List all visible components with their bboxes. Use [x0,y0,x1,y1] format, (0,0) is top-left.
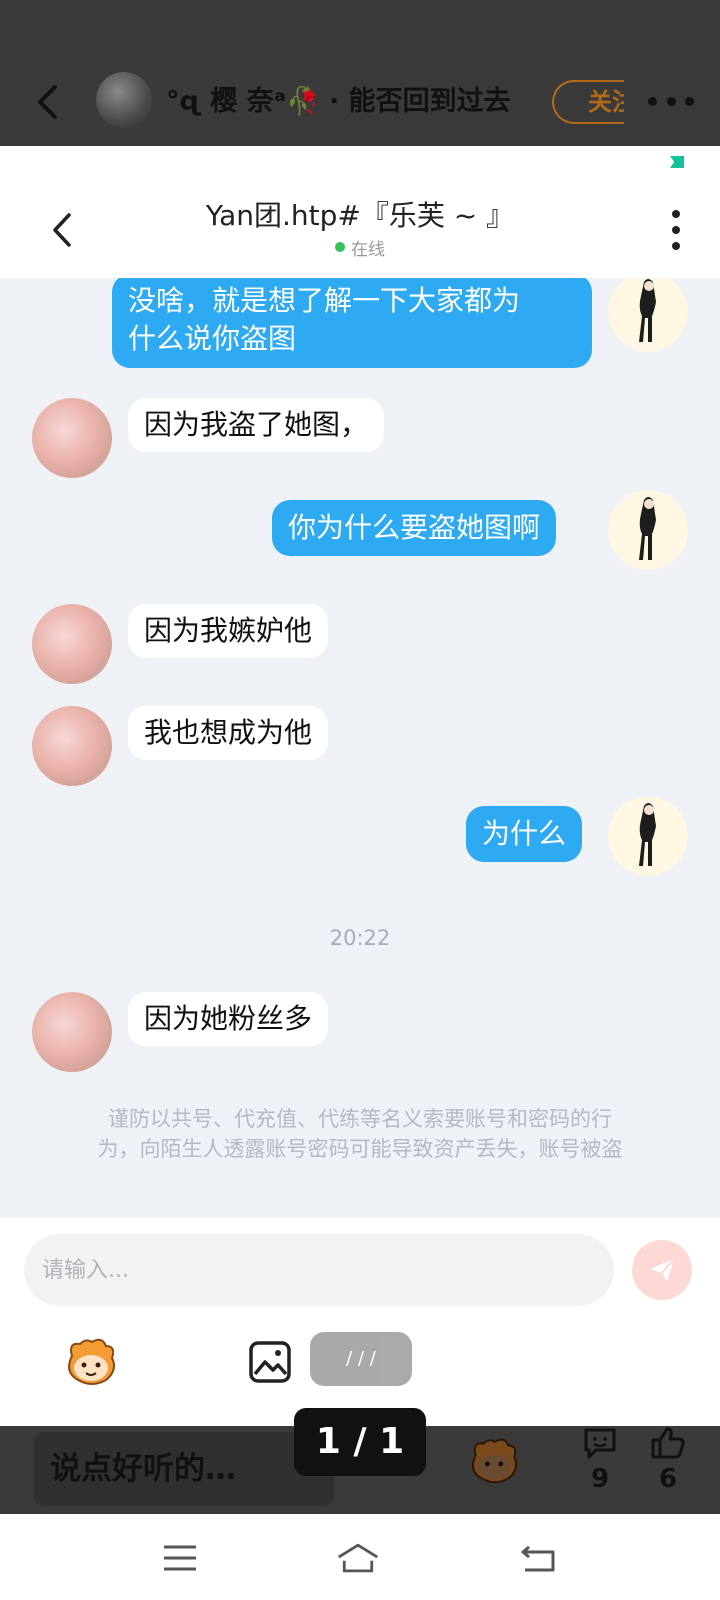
time-separator: 20:22 [329,926,391,950]
bottom-sticker-button[interactable] [466,1436,522,1486]
online-status: 在线 [260,236,460,260]
notice-line: 谨防以共号、代充值、代练等名义索要账号和密码的行 [108,1107,612,1131]
self-avatar[interactable] [608,490,688,570]
comment-count: 9 [590,1464,610,1494]
chat-message-list[interactable]: 没啥，就是想了解一下大家都为 什么说你盗图 因为我盗了她图， 你为什么要盗她图啊… [0,278,720,1218]
menu-icon [164,1545,196,1571]
chat-more-button[interactable] [666,210,686,250]
author-avatar[interactable] [96,72,152,128]
more-icon-dot [672,210,680,218]
image-icon [249,1341,291,1383]
emoji-sticker-icon [471,1438,518,1484]
comment-icon [584,1428,616,1459]
message-text: 我也想成为他 [144,716,313,749]
outer-post-header [0,0,720,146]
message-line: 什么说你盗图 [128,322,297,355]
outer-back-button[interactable] [28,82,68,122]
nav-return-button[interactable] [516,1536,560,1580]
outer-more-button[interactable] [648,96,694,106]
online-dot-icon [335,242,345,252]
message-bubble-incoming[interactable]: 我也想成为他 [128,706,329,760]
message-text: 因为我嫉妒他 [144,614,313,647]
message-bubble-incoming[interactable]: 因为她粉丝多 [128,992,329,1046]
post-author-title: °ɋ 樱 奈ᵃ🥀 · 能否回到过去 [166,86,511,117]
contact-avatar[interactable] [32,706,112,786]
return-icon [521,1545,555,1572]
online-status-label: 在线 [351,239,385,260]
message-bubble-outgoing[interactable]: 你为什么要盗她图啊 [272,500,557,556]
more-icon-dot [666,96,676,106]
image-picker-button[interactable] [248,1340,292,1384]
self-avatar-image [639,803,656,866]
contact-avatar[interactable] [32,604,112,684]
send-icon [650,1258,675,1282]
notice-line: 为，向陌生人透露账号密码可能导致资产丢失，账号被盗 [97,1137,623,1161]
message-line: 没啥，就是想了解一下大家都为 [128,284,521,317]
self-avatar-image [639,279,656,342]
like-icon [651,1427,685,1459]
image-counter-small: / / / [310,1332,412,1386]
nav-menu-button[interactable] [158,1536,202,1580]
self-avatar[interactable] [608,796,688,876]
home-icon [338,1543,378,1573]
more-icon-dot [672,242,680,250]
more-icon-dot [685,96,694,106]
more-icon-dot [672,226,680,234]
nav-home-button[interactable] [336,1536,380,1580]
message-text: 你为什么要盗她图啊 [288,511,541,544]
message-text: 因为我盗了她图， [144,408,369,441]
more-icon-dot [648,96,657,106]
message-input[interactable] [24,1234,614,1306]
sticker-button[interactable] [62,1336,120,1388]
contact-avatar[interactable] [32,398,112,478]
message-bubble-incoming[interactable]: 因为我盗了她图， [128,398,385,452]
chat-contact-name: Yan团.htp#『乐芙 ~ 』 [205,199,515,232]
comment-input[interactable]: 说点好听的… [34,1432,334,1506]
emoji-sticker-icon [68,1338,115,1385]
message-text: 为什么 [482,817,567,850]
message-bubble-outgoing[interactable]: 没啥，就是想了解一下大家都为 什么说你盗图 [112,278,592,368]
like-stat[interactable]: 6 [648,1426,688,1510]
message-text: 因为她粉丝多 [144,1002,313,1035]
follow-button[interactable]: 关注 [552,80,624,124]
self-avatar-image [639,497,656,560]
image-counter: 1 / 1 [294,1408,426,1476]
contact-avatar[interactable] [32,992,112,1072]
message-bubble-incoming[interactable]: 因为我嫉妒他 [128,604,329,658]
self-avatar[interactable] [608,278,688,352]
like-count: 6 [658,1464,678,1494]
comment-stat[interactable]: 9 [580,1426,620,1510]
chat-back-button[interactable] [40,208,84,252]
message-bubble-outgoing[interactable]: 为什么 [466,806,583,862]
send-button[interactable] [632,1240,692,1300]
safety-notice: 谨防以共号、代充值、代练等名义索要账号和密码的行 为，向陌生人透露账号密码可能导… [50,1104,670,1164]
back-icon [38,85,57,119]
back-icon [53,213,71,247]
